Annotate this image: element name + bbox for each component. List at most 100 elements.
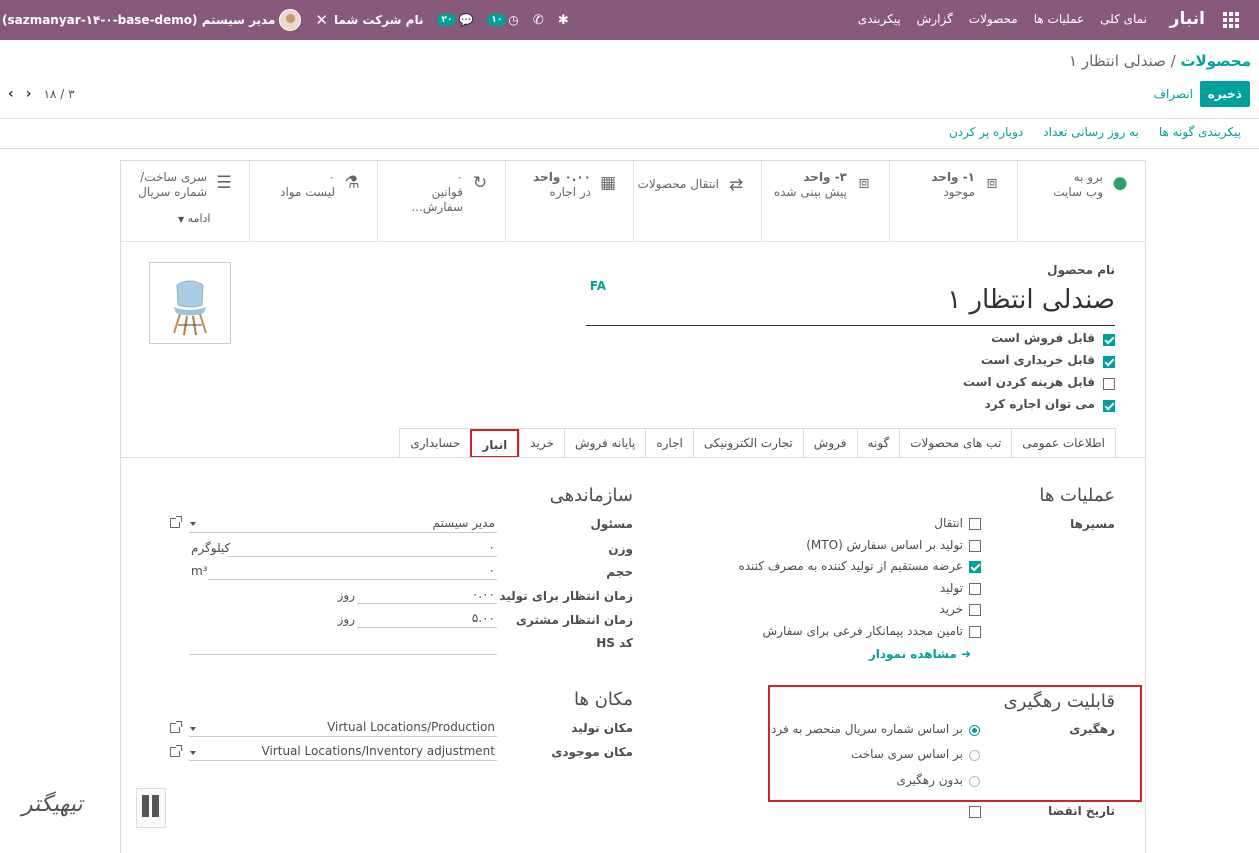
tab-ecommerce[interactable]: تجارت الکترونیکی <box>692 429 803 458</box>
inventory-location-label: مکان موجودی <box>551 745 633 759</box>
route-manufacture-label: تولید <box>939 581 963 595</box>
tab-product-tabs[interactable]: تب های محصولات <box>899 429 1011 458</box>
tab-sales[interactable]: فروش <box>802 429 857 458</box>
tab-general-info[interactable]: اطلاعات عمومی <box>1011 429 1115 458</box>
hs-code-field[interactable] <box>189 637 497 655</box>
route-manufacture-checkbox[interactable] <box>969 583 981 595</box>
production-location-external-link-icon[interactable] <box>170 721 182 733</box>
rent-ok-checkbox[interactable] <box>1103 400 1115 412</box>
route-transit-checkbox[interactable] <box>969 518 981 530</box>
refresh-icon: ↻ <box>472 173 488 193</box>
bom-stat-button[interactable]: ⚗ ۰ لیست مواد <box>249 161 377 241</box>
update-quantity-link[interactable]: به روز رسانی تعداد <box>1043 125 1139 139</box>
routes-label: مسیرها <box>1070 517 1115 531</box>
responsible-label: مسئول <box>590 517 633 531</box>
inventory-location-field[interactable]: Virtual Locations/Inventory adjustment <box>189 743 497 761</box>
tracking-lot-radio[interactable] <box>969 750 980 761</box>
bug-icon[interactable]: ✱ <box>558 13 569 28</box>
discard-button[interactable]: انصراف <box>1154 87 1193 101</box>
rental-stat-button[interactable]: ▦ ۰.۰۰ واحد در اجاره <box>505 161 633 241</box>
route-buy-checkbox[interactable] <box>969 604 981 616</box>
customer-lead-label: زمان انتظار مشتری <box>515 613 633 627</box>
production-location-dropdown-icon[interactable] <box>190 727 196 731</box>
menu-reporting[interactable]: گزارش <box>917 12 953 26</box>
phone-icon[interactable]: ✆ <box>533 13 544 28</box>
responsible-dropdown-icon[interactable] <box>190 522 196 526</box>
manufacturing-lead-unit: روز <box>337 588 355 602</box>
product-moves-stat-button[interactable]: ⇄ انتقال محصولات <box>633 161 761 241</box>
tab-rental[interactable]: اجاره <box>645 429 693 458</box>
menu-overview[interactable]: نمای کلی <box>1100 12 1147 26</box>
save-button[interactable]: ذخیره <box>1199 81 1250 107</box>
product-name-input[interactable]: صندلی انتظار ۱ <box>586 285 1115 326</box>
breadcrumb-current: صندلی انتظار ۱ <box>1069 52 1166 70</box>
activity-menu[interactable]: ۱۰ ◷ <box>487 13 519 27</box>
weight-field[interactable]: ۰ <box>227 539 497 557</box>
responsible-field[interactable]: مدیر سیستم <box>189 515 497 533</box>
menu-operations[interactable]: عملیات ها <box>1034 12 1084 26</box>
expense-ok-checkbox[interactable] <box>1103 378 1115 390</box>
volume-field[interactable]: ۰ <box>208 562 497 580</box>
calendar-icon: ▦ <box>599 173 617 193</box>
close-icon[interactable]: ✕ <box>315 11 328 29</box>
flask-icon: ⚗ <box>344 173 360 193</box>
app-name[interactable]: انبار <box>1170 9 1205 29</box>
menu-configuration[interactable]: پیکربندی <box>858 12 901 26</box>
route-transit-label: انتقال <box>934 516 963 530</box>
systray: مدیر سیستم (sazmanyar-۱۴-۰-base-demo) ✕ … <box>0 0 569 40</box>
inventory-location-external-link-icon[interactable] <box>170 745 182 757</box>
lots-serials-stat-button[interactable]: ☰ سری ساخت/شماره سریال <box>121 161 249 241</box>
hs-code-label: کد HS <box>596 636 633 650</box>
locations-title: مکان ها <box>574 689 633 710</box>
pager-next-icon[interactable]: › <box>26 86 32 102</box>
tracking-serial-radio[interactable] <box>969 725 980 736</box>
tab-inventory[interactable]: انبار <box>470 429 520 458</box>
replenish-link[interactable]: دوباره پر کردن <box>949 125 1023 139</box>
more-stat-button[interactable]: ادامه ▼ <box>178 212 210 225</box>
production-location-label: مکان تولید <box>571 721 633 735</box>
reorder-rules-stat-button[interactable]: ↻ ۰ قوانین سفارش... <box>377 161 505 241</box>
expense-ok-label: قابل هزینه کردن است <box>962 375 1095 389</box>
breadcrumb-parent[interactable]: محصولات <box>1180 52 1251 70</box>
on-hand-stat-button[interactable]: ⧈ ۱- واحد موجود <box>889 161 1017 241</box>
forecast-stat-button[interactable]: ⧈ ۳- واحد پیش بینی شده <box>761 161 889 241</box>
breadcrumb: محصولات / صندلی انتظار ۱ <box>1069 52 1251 70</box>
product-image[interactable] <box>149 262 231 344</box>
responsible-external-link-icon[interactable] <box>170 516 182 528</box>
website-stat-button[interactable]: ● برو به وب سایت <box>1017 161 1145 241</box>
customer-lead-field[interactable]: ۵.۰۰ <box>357 610 497 628</box>
configure-variants-link[interactable]: پیکربندی گونه ها <box>1159 125 1241 139</box>
notebook-tabs: اطلاعات عمومی تب های محصولات گونه فروش ت… <box>399 428 1116 458</box>
tab-purchase[interactable]: خرید <box>519 429 564 458</box>
route-mto-checkbox[interactable] <box>969 540 981 552</box>
tab-pos[interactable]: پایانه فروش <box>563 429 645 458</box>
pager-value[interactable]: ۳ / ۱۸ <box>44 87 75 101</box>
menu-products[interactable]: محصولات <box>969 12 1018 26</box>
caret-down-icon: ▼ <box>178 215 185 224</box>
production-location-field[interactable]: Virtual Locations/Production <box>189 719 497 737</box>
tracking-none-radio[interactable] <box>969 776 980 787</box>
company-switcher[interactable]: ✕ نام شرکت شما <box>315 11 423 29</box>
route-dropship-checkbox[interactable] <box>969 561 981 573</box>
expiry-date-checkbox[interactable] <box>969 806 981 818</box>
sale-ok-checkbox[interactable] <box>1103 334 1115 346</box>
pager-prev-icon[interactable]: ‹ <box>8 86 14 102</box>
tab-accounting[interactable]: حسابداری <box>400 429 470 458</box>
purchase-ok-checkbox[interactable] <box>1103 356 1115 368</box>
tab-variants[interactable]: گونه <box>856 429 900 458</box>
product-name-label: نام محصول <box>1047 263 1115 277</box>
messaging-menu[interactable]: ۲۰ 💬 <box>437 13 473 27</box>
manufacturing-lead-field[interactable]: ۰.۰۰ <box>357 586 497 604</box>
route-subcontract-checkbox[interactable] <box>969 626 981 638</box>
tracking-lot-label: بر اساس سری ساخت <box>850 747 963 761</box>
sale-ok-label: قابل فروش است <box>991 331 1095 345</box>
user-menu[interactable]: مدیر سیستم (sazmanyar-۱۴-۰-base-demo) <box>2 9 302 31</box>
traceability-title: قابلیت رهگیری <box>1003 691 1115 712</box>
avatar <box>279 9 302 31</box>
inventory-location-dropdown-icon[interactable] <box>190 751 196 755</box>
globe-icon: ● <box>1112 173 1128 193</box>
view-diagram-link[interactable]: ➜ مشاهده نمودار <box>869 647 971 661</box>
expiry-date-label: تاریخ انقضا <box>1048 804 1115 818</box>
apps-grid-icon[interactable] <box>1223 12 1239 28</box>
route-subcontract-label: تامین مجدد پیمانکار فرعی برای سفارش <box>762 624 963 638</box>
